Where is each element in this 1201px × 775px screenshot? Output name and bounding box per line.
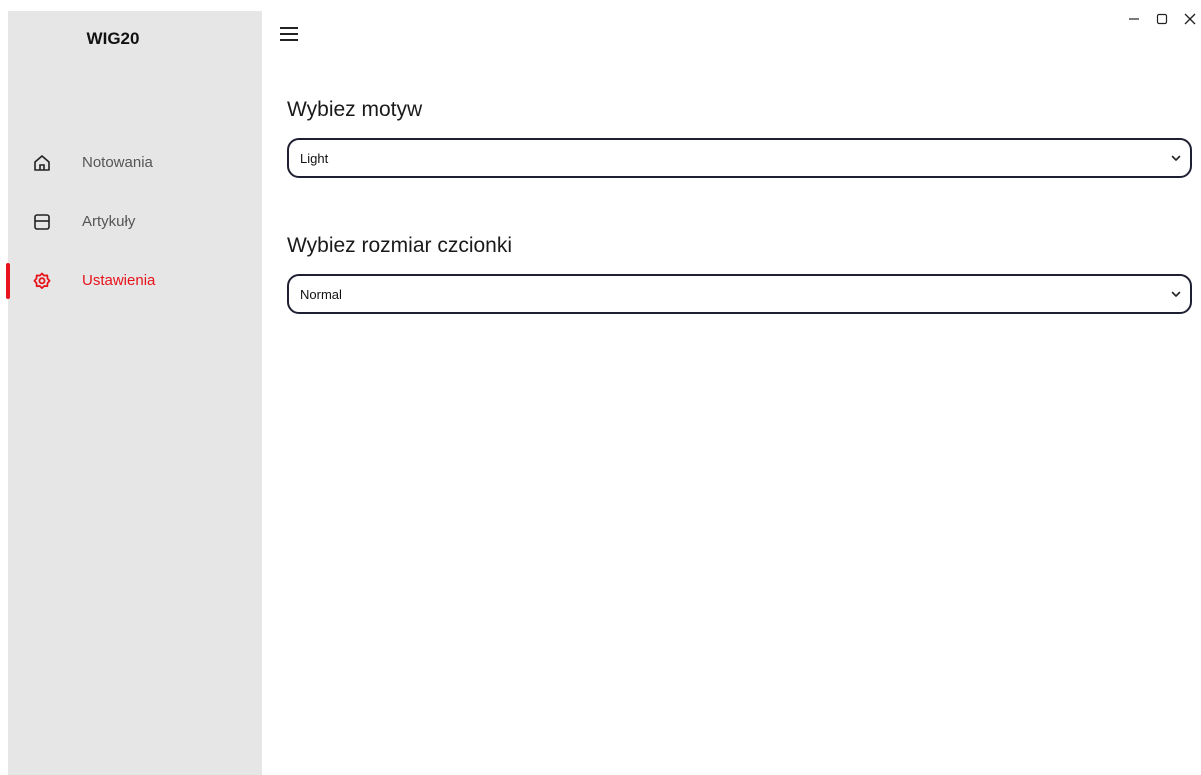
active-indicator xyxy=(6,263,10,299)
maximize-button[interactable] xyxy=(1151,8,1173,30)
window-controls xyxy=(1101,8,1201,30)
sidebar-item-artykuly[interactable]: Artykuły xyxy=(8,202,262,242)
font-size-select[interactable]: Normal xyxy=(287,274,1192,314)
article-icon xyxy=(34,214,50,230)
sidebar-item-label: Notowania xyxy=(82,154,153,171)
settings-icon xyxy=(33,272,51,289)
font-size-section-title: Wybiez rozmiar czcionki xyxy=(287,234,513,257)
theme-section-title: Wybiez motyw xyxy=(287,98,423,121)
maximize-icon xyxy=(1156,13,1168,25)
font-size-select-value: Normal xyxy=(300,287,342,302)
app-window: WIG20 Notowania Artykuły Ustawienia Wybi… xyxy=(0,0,1201,775)
sidebar-item-ustawienia[interactable]: Ustawienia xyxy=(6,261,262,301)
close-icon xyxy=(1184,13,1196,25)
chevron-down-icon xyxy=(1171,291,1181,297)
chevron-down-icon xyxy=(1171,155,1181,161)
theme-select[interactable]: Light xyxy=(287,138,1192,178)
app-title: WIG20 xyxy=(86,29,140,48)
menu-toggle-button[interactable] xyxy=(278,22,304,46)
sidebar: WIG20 Notowania Artykuły Ustawienia xyxy=(6,11,262,775)
sidebar-item-label: Ustawienia xyxy=(82,272,156,289)
hamburger-icon xyxy=(280,27,298,41)
close-button[interactable] xyxy=(1179,8,1201,30)
theme-select-value: Light xyxy=(300,151,329,166)
minimize-button[interactable] xyxy=(1123,8,1145,30)
home-icon xyxy=(34,155,50,171)
minimize-icon xyxy=(1129,18,1139,20)
sidebar-item-label: Artykuły xyxy=(82,213,136,230)
sidebar-item-notowania[interactable]: Notowania xyxy=(8,143,262,183)
